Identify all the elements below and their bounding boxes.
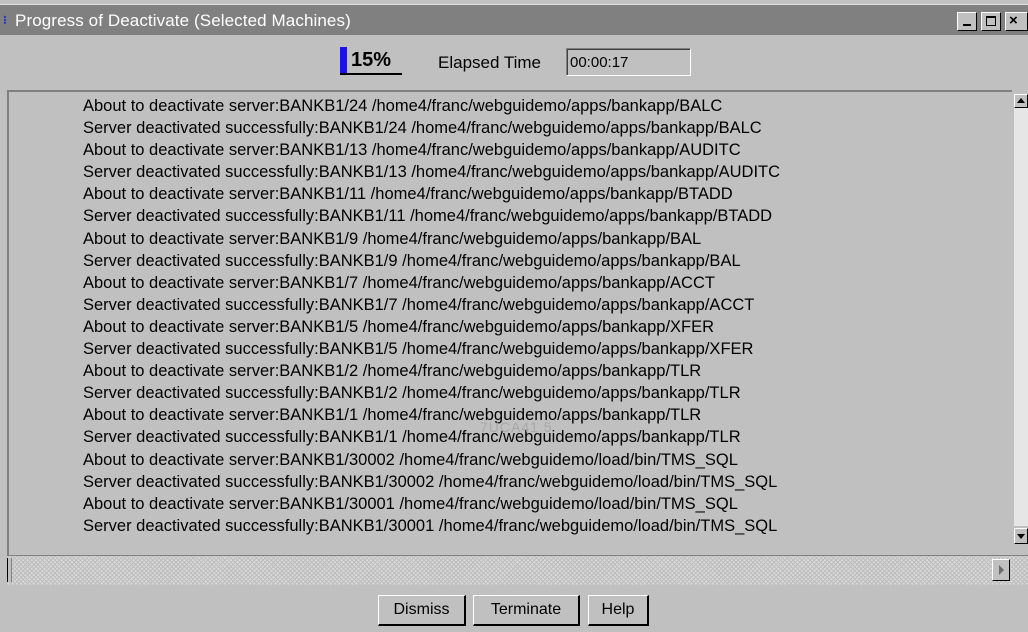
log-line: About to deactivate server:BANKB1/24 /ho… [83, 97, 723, 115]
log-line: Server deactivated successfully:BANKB1/1… [83, 207, 773, 226]
log-list: About to deactivate server:BANKB1/24 /ho… [83, 95, 780, 537]
close-button[interactable]: × [1005, 12, 1028, 31]
vertical-scrollbar[interactable] [1012, 90, 1028, 555]
scroll-right-arrow-icon[interactable] [992, 559, 1010, 581]
minimize-button[interactable] [957, 12, 977, 31]
horizontal-scroll-thumb[interactable] [7, 558, 12, 582]
log-line: Server deactivated successfully:BANKB1/3… [83, 472, 778, 491]
horizontal-scrollbar[interactable] [7, 555, 1028, 585]
progress-fill [340, 47, 347, 73]
log-line: Server deactivated successfully:BANKB1/5… [83, 340, 754, 359]
maximize-button[interactable] [981, 12, 1001, 31]
log-line: Server deactivated successfully:BANKB1/2… [83, 119, 762, 138]
maximize-icon [986, 16, 996, 26]
log-line: Server deactivated successfully:BANKB1/9… [83, 251, 741, 270]
log-line: Server deactivated successfully:BANKB1/2… [83, 384, 741, 403]
log-line: About to deactivate server:BANKB1/30001 … [83, 494, 738, 513]
log-line: About to deactivate server:BANKB1/9 /hom… [83, 229, 702, 248]
button-row: Dismiss Terminate Help [0, 586, 1028, 632]
terminate-button[interactable]: Terminate [473, 595, 580, 626]
watermark: 7UCA41 5 [480, 419, 553, 435]
scroll-up-arrow-icon[interactable] [1014, 94, 1028, 108]
progress-row: 15% Elapsed Time 00:00:17 [0, 35, 1028, 90]
log-line: About to deactivate server:BANKB1/7 /hom… [83, 273, 715, 292]
dismiss-button[interactable]: Dismiss [378, 595, 466, 626]
scroll-down-arrow-icon[interactable] [1014, 528, 1028, 544]
log-line: Server deactivated successfully:BANKB1/1… [83, 428, 741, 447]
app-icon: ⁝ [3, 13, 7, 27]
log-line: About to deactivate server:BANKB1/30002 … [83, 450, 738, 469]
log-output-pane[interactable]: About to deactivate server:BANKB1/24 /ho… [7, 90, 1028, 585]
vertical-scroll-track[interactable] [1014, 108, 1028, 526]
log-line: About to deactivate server:BANKB1/2 /hom… [83, 362, 702, 381]
log-line: About to deactivate server:BANKB1/11 /ho… [83, 185, 733, 204]
log-line: Server deactivated successfully:BANKB1/1… [83, 163, 781, 182]
log-line: Server deactivated successfully:BANKB1/7… [83, 295, 755, 314]
window-title: Progress of Deactivate (Selected Machine… [15, 11, 351, 30]
elapsed-time-label: Elapsed Time [438, 53, 541, 72]
progress-indicator: 15% [340, 47, 402, 75]
elapsed-time-field: 00:00:17 [566, 48, 691, 76]
title-bar[interactable]: ⁝ Progress of Deactivate (Selected Machi… [0, 4, 1028, 36]
close-icon: × [1009, 12, 1018, 29]
help-button[interactable]: Help [588, 595, 649, 626]
log-line: About to deactivate server:BANKB1/13 /ho… [83, 141, 741, 160]
log-line: Server deactivated successfully:BANKB1/3… [83, 516, 778, 535]
progress-percent: 15% [351, 49, 392, 71]
progress-dialog: ⁝ Progress of Deactivate (Selected Machi… [0, 0, 1028, 632]
minimize-icon [963, 24, 971, 26]
log-line: About to deactivate server:BANKB1/5 /hom… [83, 317, 715, 336]
log-line: About to deactivate server:BANKB1/1 /hom… [83, 406, 702, 425]
